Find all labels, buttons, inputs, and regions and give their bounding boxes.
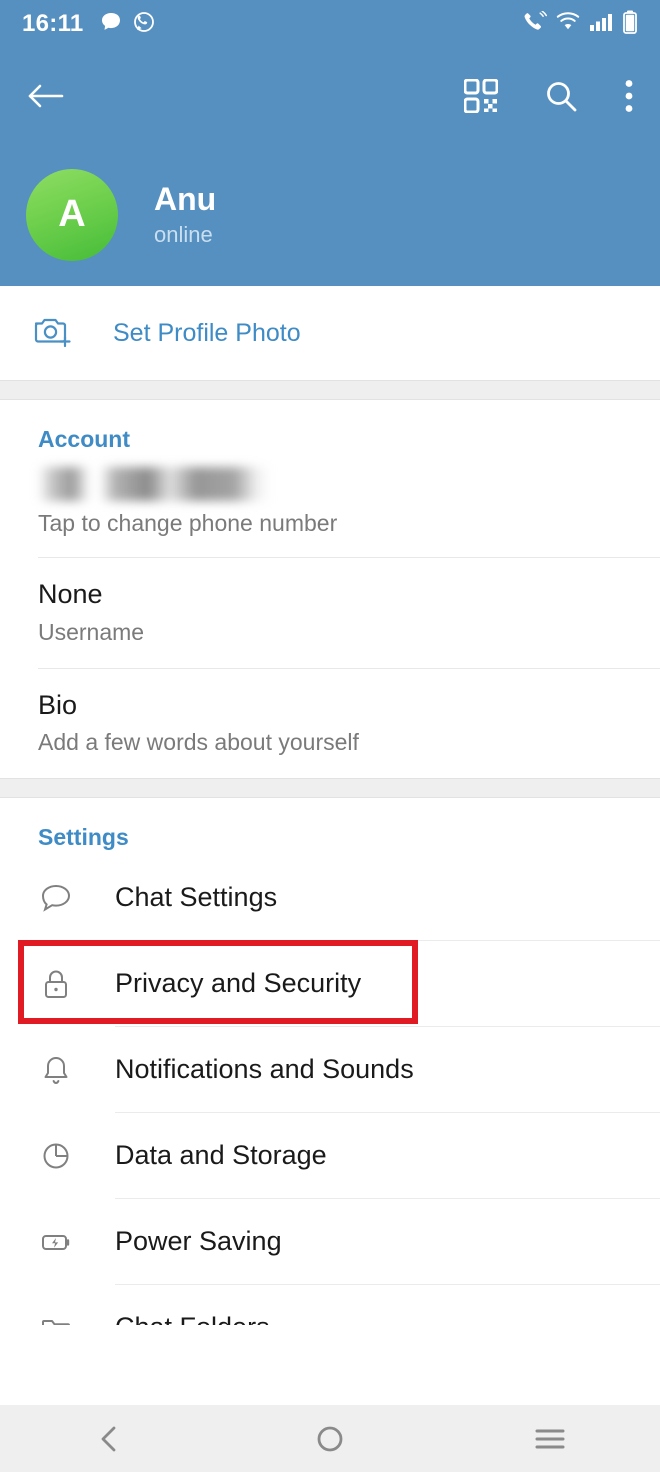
bio-value: Bio (38, 689, 78, 720)
sidebar-item-label: Data and Storage (115, 1140, 327, 1171)
bio-label: Add a few words about yourself (38, 729, 359, 756)
set-profile-photo-label: Set Profile Photo (113, 318, 301, 347)
profile-text-block: Anu online (154, 181, 216, 249)
username-label: Username (38, 618, 145, 645)
sidebar-item-chat-settings[interactable]: Chat Settings (0, 855, 660, 941)
phone-number-row[interactable]: Tap to change phone number (0, 457, 660, 557)
status-bar: 16:11 (0, 0, 660, 48)
search-icon[interactable] (544, 79, 578, 113)
sidebar-item-data-and-storage[interactable]: Data and Storage (0, 1113, 660, 1199)
sidebar-item-privacy-and-security[interactable]: Privacy and Security (0, 941, 660, 1027)
username-value: None (38, 579, 103, 609)
bio-row[interactable]: Bio Add a few words about yourself (0, 668, 660, 779)
back-arrow-icon[interactable] (26, 80, 64, 112)
redacted-phone-number (38, 467, 270, 501)
nav-recents-icon[interactable] (490, 1405, 610, 1472)
settings-section-heading: Settings (38, 824, 129, 851)
wifi-icon (556, 11, 580, 37)
lock-icon (30, 964, 82, 1004)
account-section-heading: Account (38, 426, 130, 452)
folder-icon (30, 1308, 82, 1326)
sidebar-item-label: Chat Folders (115, 1312, 270, 1325)
set-profile-photo-button[interactable]: Set Profile Photo (0, 286, 660, 380)
signal-icon (589, 12, 613, 37)
status-bar-system-icons (523, 10, 638, 39)
settings-list: Chat Settings Privacy and Security Notif… (0, 855, 660, 1326)
telegram-settings-screen: 16:11 A Anu online Set Profile Photo Acc… (0, 0, 660, 1472)
battery-bolt-icon (30, 1222, 82, 1262)
whatsapp-icon (133, 11, 155, 38)
overflow-menu-icon[interactable] (624, 79, 634, 113)
page-title: Anu (154, 180, 217, 217)
status-bar-clock: 16:11 (22, 10, 84, 37)
phone-number-hint: Tap to change phone number (38, 510, 338, 536)
sidebar-item-label: Privacy and Security (115, 968, 362, 999)
online-status: online (154, 222, 213, 248)
call-icon (523, 10, 548, 38)
sidebar-item-power-saving[interactable]: Power Saving (0, 1199, 660, 1285)
nav-home-icon[interactable] (270, 1405, 390, 1472)
app-toolbar (0, 48, 660, 143)
message-bubble-icon (100, 11, 122, 38)
section-divider-band-1 (0, 380, 660, 400)
camera-plus-icon (34, 314, 72, 353)
avatar-initial: A (58, 193, 86, 235)
sidebar-item-label: Chat Settings (115, 882, 278, 913)
sidebar-item-notifications-and-sounds[interactable]: Notifications and Sounds (0, 1027, 660, 1113)
section-divider-band-2 (0, 778, 660, 799)
battery-icon (622, 10, 638, 39)
qr-code-icon[interactable] (464, 78, 498, 113)
chat-bubble-icon (30, 878, 82, 918)
pie-chart-icon (30, 1136, 82, 1176)
profile-header[interactable]: A Anu online (0, 143, 660, 286)
android-nav-bar (0, 1405, 660, 1472)
nav-back-icon[interactable] (50, 1405, 170, 1472)
sidebar-item-chat-folders[interactable]: Chat Folders (0, 1285, 660, 1326)
toolbar-actions (464, 78, 634, 113)
bell-icon (30, 1050, 82, 1090)
username-row[interactable]: None Username (0, 558, 660, 668)
status-bar-notification-icons (100, 11, 155, 38)
sidebar-item-label: Notifications and Sounds (115, 1054, 414, 1085)
sidebar-item-label: Power Saving (115, 1226, 282, 1257)
avatar[interactable]: A (26, 168, 118, 261)
